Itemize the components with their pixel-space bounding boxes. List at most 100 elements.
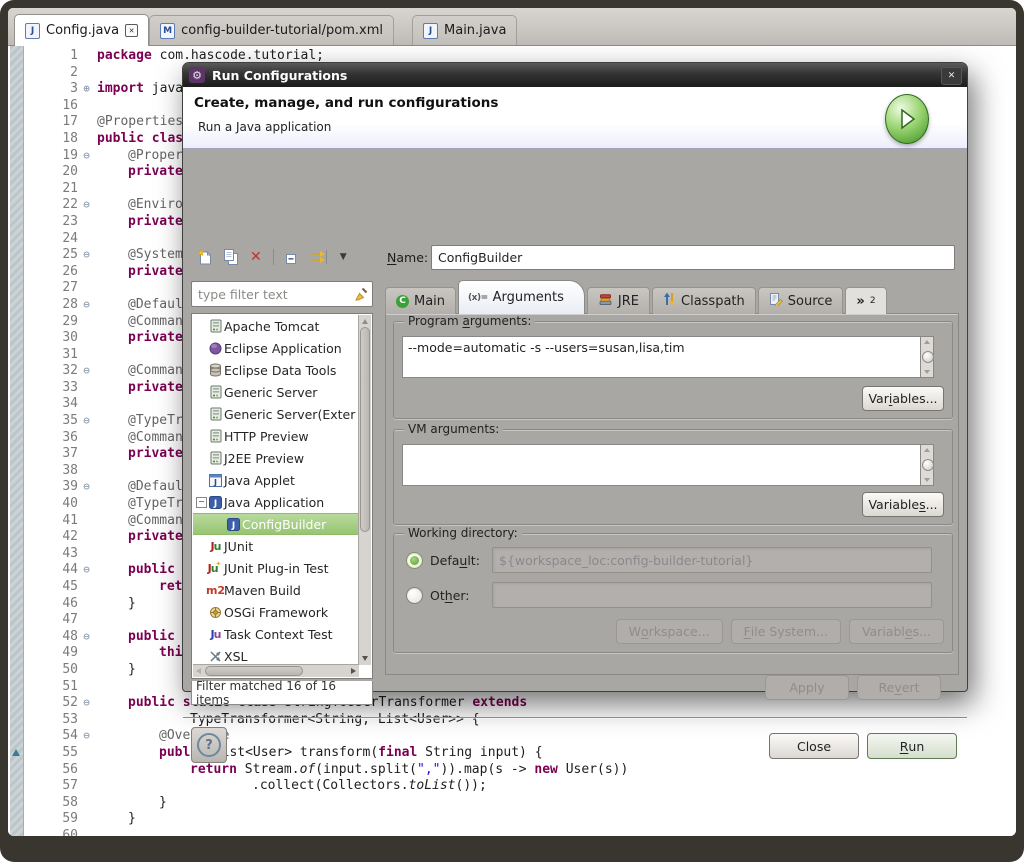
filter-launch-configs-button[interactable] — [311, 248, 329, 266]
tree-item-j2ee-preview[interactable]: J2EE Preview — [193, 447, 359, 469]
fold-spacer — [80, 612, 93, 629]
name-input[interactable] — [431, 245, 955, 270]
tree-item-configbuilder[interactable]: J ConfigBuilder — [193, 513, 359, 535]
tab-close-icon[interactable] — [125, 24, 138, 37]
close-button[interactable]: Close — [769, 733, 859, 759]
tree-item-task-context-test[interactable]: JuTask Context Test — [193, 623, 359, 645]
duplicate-launch-config-button[interactable] — [223, 248, 239, 266]
dialog-close-button[interactable]: ✕ — [941, 67, 962, 85]
server-icon — [207, 385, 224, 399]
editor-tab-config-java[interactable]: J Config.java — [14, 14, 149, 46]
tree-item-generic-server-exter[interactable]: Generic Server(Exter — [193, 403, 359, 425]
tree-item-java-applet[interactable]: JJava Applet — [193, 469, 359, 491]
editor-tab-pom-xml[interactable]: M config-builder-tutorial/pom.xml — [149, 15, 394, 45]
tab-jre[interactable]: JRE — [587, 287, 650, 314]
launch-config-toolbar: ✕ ▼ — [191, 243, 373, 271]
delete-launch-config-button[interactable]: ✕ — [250, 248, 262, 266]
line-number: 31 — [24, 347, 80, 364]
new-launch-config-button[interactable] — [197, 248, 212, 266]
line-number: 25 — [24, 247, 80, 264]
toolbar-separator — [273, 249, 274, 265]
collapse-expander-icon[interactable]: − — [196, 497, 207, 508]
server-icon — [207, 319, 224, 333]
fold-toggle-icon[interactable]: ⊖ — [80, 197, 93, 214]
code-text: return Stream.of(input.split(",")).map(s… — [93, 762, 628, 779]
tree-item-label: Generic Server — [224, 385, 317, 400]
apply-button[interactable]: Apply — [765, 675, 849, 700]
editor-tab-main-java[interactable]: J Main.java — [412, 15, 517, 45]
fold-toggle-icon[interactable]: ⊖ — [80, 695, 93, 712]
tab-arguments[interactable]: (x)= Arguments — [458, 280, 585, 314]
line-number: 38 — [24, 463, 80, 480]
dialog-titlebar[interactable]: ⚙ Run Configurations ✕ — [183, 63, 967, 87]
fold-toggle-icon[interactable]: ⊖ — [80, 297, 93, 314]
tree-item-http-preview[interactable]: HTTP Preview — [193, 425, 359, 447]
fold-spacer — [80, 131, 93, 148]
fold-spacer — [80, 513, 93, 530]
code-line[interactable]: 60 — [24, 828, 1016, 836]
fold-toggle-icon[interactable]: ⊖ — [80, 629, 93, 646]
fold-toggle-icon[interactable]: ⊖ — [80, 148, 93, 165]
tree-item-maven-build[interactable]: m2Maven Build — [193, 579, 359, 601]
scroll-right-icon[interactable] — [351, 668, 356, 674]
svg-text:J: J — [231, 521, 235, 531]
line-number: 49 — [24, 645, 80, 662]
tab-source[interactable]: Source — [758, 287, 844, 314]
tab-label: Source — [788, 294, 833, 309]
tree-item-junit-plug-in-test[interactable]: Ju✦JUnit Plug-in Test — [193, 557, 359, 579]
fold-toggle-icon[interactable]: ⊖ — [80, 363, 93, 380]
toolbar-menu-button[interactable]: ▼ — [340, 248, 347, 266]
code-line[interactable]: 59} — [24, 811, 1016, 828]
line-number: 17 — [24, 114, 80, 131]
code-text: TypeTransformer<String, List<User>> { — [93, 712, 480, 729]
tree-horizontal-scrollbar[interactable] — [193, 664, 359, 677]
scroll-up-icon[interactable] — [362, 319, 368, 324]
fold-toggle-icon[interactable]: ⊖ — [80, 479, 93, 496]
code-text — [93, 65, 97, 82]
fold-toggle-icon[interactable]: ⊖ — [80, 728, 93, 745]
fold-toggle-icon[interactable]: ⊖ — [80, 247, 93, 264]
clear-filter-icon[interactable] — [353, 286, 369, 305]
code-line[interactable]: 58} — [24, 795, 1016, 812]
line-number: 47 — [24, 612, 80, 629]
fold-spacer — [80, 98, 93, 115]
tree-item-apache-tomcat[interactable]: Apache Tomcat — [193, 315, 359, 337]
scrollbar-thumb[interactable] — [360, 327, 370, 532]
fold-toggle-icon[interactable]: ⊖ — [80, 562, 93, 579]
tree-item-osgi-framework[interactable]: OSGi Framework — [193, 601, 359, 623]
help-button[interactable]: ? — [191, 727, 227, 763]
tab-overflow[interactable]: »2 — [845, 287, 886, 314]
fold-toggle-icon[interactable]: ⊕ — [80, 81, 93, 98]
tree-item-eclipse-data-tools[interactable]: Eclipse Data Tools — [193, 359, 359, 381]
collapse-all-button[interactable] — [285, 248, 300, 266]
run-button[interactable]: Run — [867, 733, 957, 759]
scroll-left-icon[interactable] — [196, 668, 201, 674]
apply-revert-row: Apply Revert — [765, 675, 941, 700]
run-gear-icon: ⚙ — [189, 67, 205, 83]
fold-spacer — [80, 579, 93, 596]
revert-button[interactable]: Revert — [857, 675, 941, 700]
fold-toggle-icon[interactable]: ⊖ — [80, 413, 93, 430]
scroll-down-icon[interactable] — [362, 656, 368, 661]
tree-item-xsl[interactable]: XSL — [193, 645, 359, 665]
line-number: 23 — [24, 214, 80, 231]
tree-item-label: HTTP Preview — [224, 429, 309, 444]
javaapp-icon: J — [207, 496, 224, 509]
code-line[interactable]: 56return Stream.of(input.split(",")).map… — [24, 762, 1016, 779]
filter-input[interactable] — [196, 283, 350, 305]
tree-item-generic-server[interactable]: Generic Server — [193, 381, 359, 403]
code-line[interactable]: 57.collect(Collectors.toList()); — [24, 778, 1016, 795]
tree-item-eclipse-application[interactable]: Eclipse Application — [193, 337, 359, 359]
tree-item-junit[interactable]: JuJUnit — [193, 535, 359, 557]
scrollbar-thumb[interactable] — [205, 666, 303, 676]
line-number: 50 — [24, 662, 80, 679]
tree-vertical-scrollbar[interactable] — [358, 315, 371, 665]
tree-item-java-application[interactable]: −JJava Application — [193, 491, 359, 513]
line-number: 59 — [24, 811, 80, 828]
code-line[interactable]: 53TypeTransformer<String, List<User>> { — [24, 712, 1016, 729]
tree-item-label: ConfigBuilder — [242, 517, 326, 532]
tab-main[interactable]: C Main — [385, 287, 456, 314]
tab-classpath[interactable]: Classpath — [652, 287, 756, 314]
annotation-ruler[interactable] — [10, 46, 24, 836]
code-text: } — [93, 596, 136, 613]
